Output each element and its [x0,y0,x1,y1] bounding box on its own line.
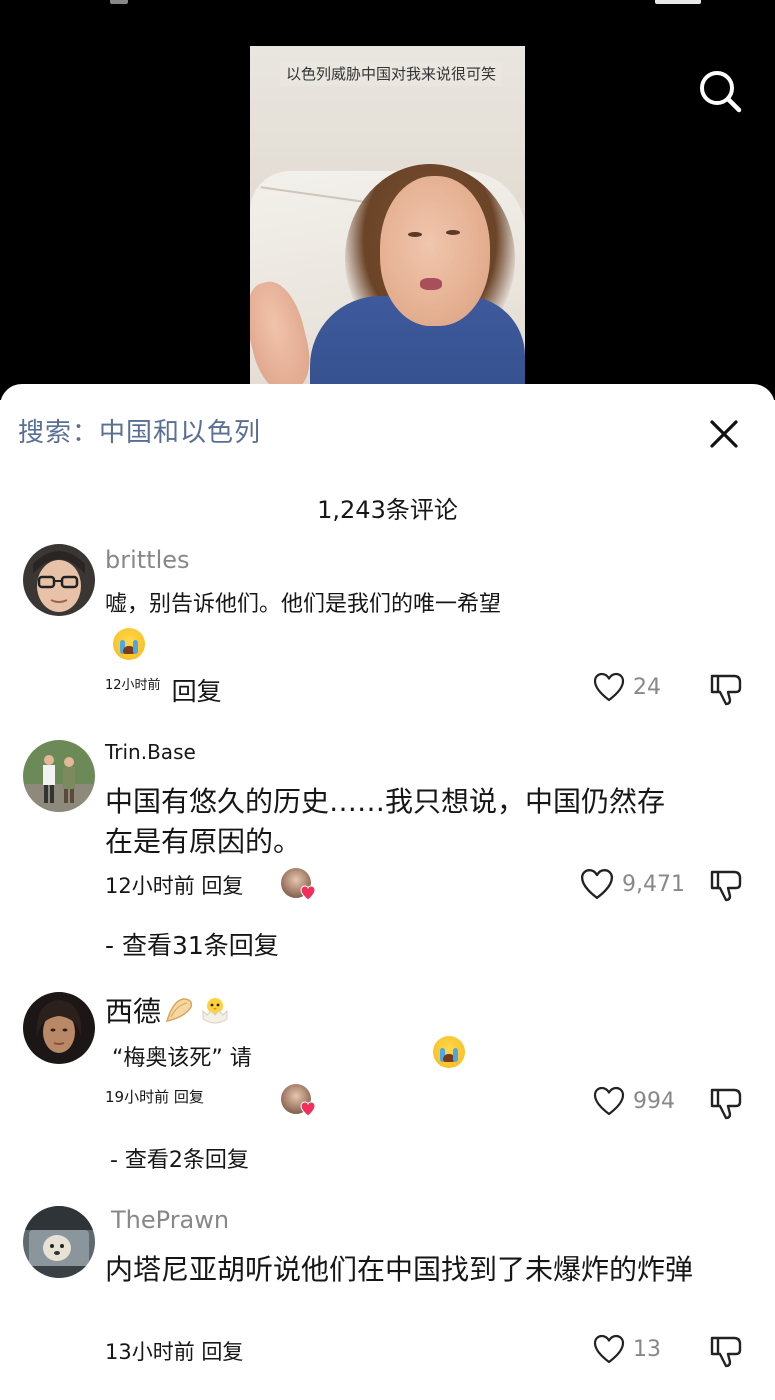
thumbs-down-icon [710,1336,742,1368]
close-icon [710,420,738,448]
search-query: 中国和以色列 [99,418,262,448]
view-replies-button[interactable]: - 查看2条回复 [110,1142,249,1174]
search-label: 搜索： [18,418,100,448]
like-count: 994 [633,1088,675,1114]
like-count: 13 [633,1336,661,1362]
loudly-crying-face-icon [433,1036,465,1068]
dislike-button[interactable] [708,672,744,710]
like-count: 9,471 [622,871,685,897]
thumbs-down-icon [710,1088,742,1120]
heart-icon [593,1334,625,1364]
status-bar-battery [655,0,701,4]
like-button[interactable]: 13 [593,1334,661,1364]
status-icon [110,0,128,4]
avatar-image [23,740,95,812]
view-replies-button[interactable]: - 查看31条回复 [105,926,279,962]
video-caption: 以色列威胁中国对我来说很可笑 [280,62,502,86]
like-button[interactable]: 994 [593,1086,675,1116]
creator-heart-icon [300,885,316,901]
folded-hands-icon [165,998,193,1023]
search-button[interactable] [697,68,743,114]
comment-item: brittles 嘘，别告诉他们。他们是我们的唯一希望 12小时前 回复 24 [0,544,775,714]
comment-count: 1,243条评论 [317,496,458,524]
close-button[interactable] [708,418,740,450]
avatar[interactable] [23,544,95,616]
avatar-image [23,544,95,616]
comment-text: 内塔尼亚胡听说他们在中国找到了未爆炸的炸弹 [105,1253,694,1286]
comment-item: Trin.Base 中国有悠久的历史……我只想说，中国仍然存 在是有原因的。 1… [0,740,775,970]
comment-item: ThePrawn 内塔尼亚胡听说他们在中国找到了未爆炸的炸弹 13小时前 回复 … [0,1204,775,1394]
comment-text-line-1: 中国有悠久的历史……我只想说，中国仍然存 [105,785,666,818]
heart-icon [593,672,625,702]
comment-username[interactable]: ThePrawn [111,1206,229,1234]
hatching-chick-icon [202,998,228,1024]
comment-username[interactable]: brittles [105,546,190,574]
comment-time-reply[interactable]: 19小时前 回复 [105,1086,204,1107]
avatar[interactable] [23,992,95,1064]
avatar[interactable] [23,740,95,812]
dislike-button[interactable] [708,1086,744,1124]
like-button[interactable]: 24 [593,672,661,702]
comment-username[interactable]: Trin.Base [105,740,196,764]
comments-sheet: 搜索：中国和以色列 1,243条评论 brittles 嘘，别告诉他们。他们是我… [0,384,775,1400]
search-icon [700,71,742,113]
comment-time: 12小时前 [105,678,161,693]
related-search-link[interactable]: 搜索：中国和以色列 [18,412,261,449]
like-button[interactable]: 9,471 [580,868,685,900]
heart-icon [580,869,614,899]
comment-item: 西德 “梅奥该死” 请 19小时前 回复 994 - 查看2条回复 [0,990,775,1186]
like-count: 24 [633,674,661,700]
comment-username[interactable]: 西德 [105,990,231,1030]
video-person [380,176,490,326]
reply-button[interactable]: 回复 [172,677,222,706]
dislike-button[interactable] [708,868,744,906]
loudly-crying-face-icon [113,628,145,660]
comment-text-line-2: 在是有原因的。 [105,825,302,858]
comment-time-reply[interactable]: 13小时前 回复 [105,1336,243,1366]
video-background: 以色列威胁中国对我来说很可笑 [0,0,775,400]
dislike-button[interactable] [708,1334,744,1372]
thumbs-down-icon [710,870,742,902]
heart-icon [593,1086,625,1116]
creator-heart-icon [300,1101,316,1117]
comment-text: 嘘，别告诉他们。他们是我们的唯一希望 [105,592,502,617]
sheet-header: 搜索：中国和以色列 [0,384,775,474]
video-thumbnail[interactable]: 以色列威胁中国对我来说很可笑 [250,46,525,400]
comment-text: “梅奥该死” 请 [112,1046,252,1071]
avatar-image [23,1206,95,1278]
avatar[interactable] [23,1206,95,1278]
comment-meta: 12小时前 回复 [105,672,222,708]
thumbs-down-icon [710,674,742,706]
avatar-image [23,992,95,1064]
comment-time-reply[interactable]: 12小时前 回复 [105,870,243,900]
